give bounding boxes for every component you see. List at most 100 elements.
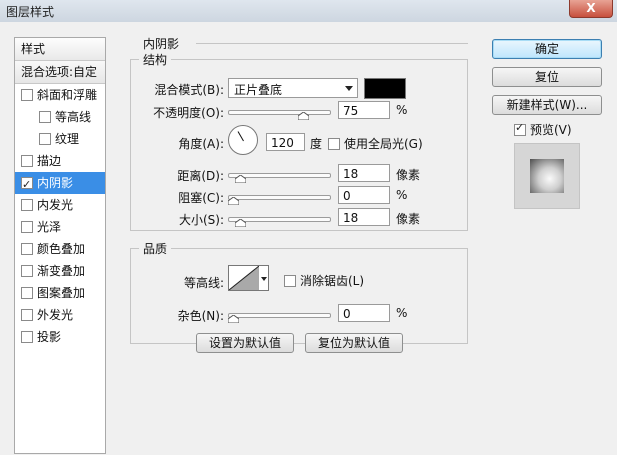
choke-input[interactable]: 0 (338, 186, 390, 204)
noise-input[interactable]: 0 (338, 304, 390, 322)
angle-unit: 度 (310, 137, 323, 151)
window-title: 图层样式 (6, 5, 55, 19)
style-item-checkbox[interactable] (39, 110, 51, 123)
size-label: 大小(S): (178, 213, 224, 227)
styles-list: 样式 混合选项:自定 斜面和浮雕等高线纹理描边内阴影内发光光泽颜色叠加渐变叠加图… (14, 37, 106, 454)
style-item-label: 光泽 (37, 220, 62, 234)
global-light-checkbox[interactable] (328, 138, 340, 150)
shadow-color-swatch[interactable] (364, 78, 406, 99)
style-item-checkbox[interactable] (21, 220, 33, 233)
choke-slider-thumb[interactable] (228, 197, 239, 205)
noise-label: 杂色(N): (177, 309, 224, 323)
style-item[interactable]: 图案叠加 (15, 282, 105, 304)
distance-input[interactable]: 18 (338, 164, 390, 182)
choke-label: 阻塞(C): (178, 191, 224, 205)
set-default-button[interactable]: 设置为默认值 (196, 333, 294, 353)
style-item[interactable]: 纹理 (15, 128, 105, 150)
opacity-unit: % (396, 103, 408, 117)
noise-slider[interactable] (228, 309, 331, 323)
inner-shadow-divider (196, 43, 468, 44)
style-item-checkbox[interactable] (39, 132, 51, 145)
style-item-label: 内发光 (37, 198, 74, 212)
style-preview (514, 143, 580, 209)
style-item-label: 等高线 (55, 110, 92, 124)
style-item[interactable]: 颜色叠加 (15, 238, 105, 260)
opacity-label: 不透明度(O): (153, 106, 224, 120)
preview-label[interactable]: 预览(V) (530, 121, 572, 138)
style-item-checkbox[interactable] (21, 264, 33, 277)
choke-slider[interactable] (228, 191, 331, 205)
angle-needle (237, 131, 244, 142)
quality-title: 品质 (143, 242, 168, 256)
antialias-label[interactable]: 消除锯齿(L) (300, 272, 364, 289)
style-item[interactable]: 外发光 (15, 304, 105, 326)
opacity-slider-track (228, 110, 331, 115)
distance-unit: 像素 (396, 168, 421, 182)
contour-dropdown-arrow[interactable] (259, 265, 269, 291)
style-item-label: 投影 (37, 330, 62, 344)
style-item-label: 斜面和浮雕 (37, 88, 98, 102)
style-item-checkbox[interactable] (21, 154, 33, 167)
contour-curve-icon (229, 266, 259, 290)
blend-mode-label: 混合模式(B): (154, 83, 224, 97)
style-item-checkbox[interactable] (21, 174, 33, 196)
preview-thumbnail (530, 159, 564, 193)
style-item-label: 图案叠加 (37, 286, 86, 300)
title-bar: 图层样式 X (0, 0, 617, 23)
blend-options-item[interactable]: 混合选项:自定 (15, 61, 105, 84)
choke-unit: % (396, 188, 408, 202)
style-item[interactable]: 内发光 (15, 194, 105, 216)
contour-label: 等高线: (183, 276, 224, 290)
noise-slider-track (228, 313, 331, 318)
style-item-checkbox[interactable] (21, 286, 33, 299)
size-slider[interactable] (228, 213, 331, 227)
chevron-down-icon (345, 86, 353, 91)
style-item-checkbox[interactable] (21, 330, 33, 343)
style-item-checkbox[interactable] (21, 308, 33, 321)
style-item-checkbox[interactable] (21, 198, 33, 211)
style-item[interactable]: 斜面和浮雕 (15, 84, 105, 106)
style-item-label: 纹理 (55, 132, 80, 146)
size-slider-thumb[interactable] (234, 219, 246, 227)
noise-slider-thumb[interactable] (228, 315, 239, 323)
ok-button[interactable]: 确定 (492, 39, 602, 59)
style-item[interactable]: 内阴影 (15, 172, 105, 196)
noise-unit: % (396, 306, 408, 320)
style-item-label: 外发光 (37, 308, 74, 322)
blend-mode-value: 正片叠底 (234, 83, 283, 97)
size-unit: 像素 (396, 212, 421, 226)
style-item[interactable]: 等高线 (15, 106, 105, 128)
quality-group: 品质 (130, 240, 468, 344)
angle-label: 角度(A): (178, 137, 224, 151)
style-item-label: 内阴影 (37, 176, 74, 190)
section-title-inner-shadow: 内阴影 (143, 37, 180, 51)
style-item-checkbox[interactable] (21, 88, 33, 101)
size-input[interactable]: 18 (338, 208, 390, 226)
global-light-label[interactable]: 使用全局光(G) (344, 135, 423, 152)
distance-slider-thumb[interactable] (234, 175, 246, 183)
contour-preview[interactable] (228, 265, 260, 291)
style-item[interactable]: 描边 (15, 150, 105, 172)
style-item[interactable]: 投影 (15, 326, 105, 348)
style-items: 斜面和浮雕等高线纹理描边内阴影内发光光泽颜色叠加渐变叠加图案叠加外发光投影 (15, 84, 105, 348)
new-style-button[interactable]: 新建样式(W)... (492, 95, 602, 115)
close-button[interactable]: X (569, 0, 613, 18)
antialias-checkbox[interactable] (284, 275, 296, 287)
style-item[interactable]: 渐变叠加 (15, 260, 105, 282)
angle-input[interactable]: 120 (266, 133, 305, 151)
style-item-label: 渐变叠加 (37, 264, 86, 278)
preview-checkbox[interactable] (514, 121, 526, 136)
reset-default-button[interactable]: 复位为默认值 (305, 333, 403, 353)
distance-slider[interactable] (228, 169, 331, 183)
layer-style-dialog: 样式 混合选项:自定 斜面和浮雕等高线纹理描边内阴影内发光光泽颜色叠加渐变叠加图… (0, 22, 617, 455)
style-item[interactable]: 光泽 (15, 216, 105, 238)
angle-dial[interactable] (228, 125, 258, 155)
reset-button[interactable]: 复位 (492, 67, 602, 87)
opacity-input[interactable]: 75 (338, 101, 390, 119)
opacity-slider-thumb[interactable] (297, 112, 309, 120)
styles-header[interactable]: 样式 (15, 38, 105, 61)
style-item-label: 颜色叠加 (37, 242, 86, 256)
style-item-checkbox[interactable] (21, 242, 33, 255)
blend-mode-select[interactable]: 正片叠底 (228, 78, 358, 98)
opacity-slider[interactable] (228, 106, 331, 120)
